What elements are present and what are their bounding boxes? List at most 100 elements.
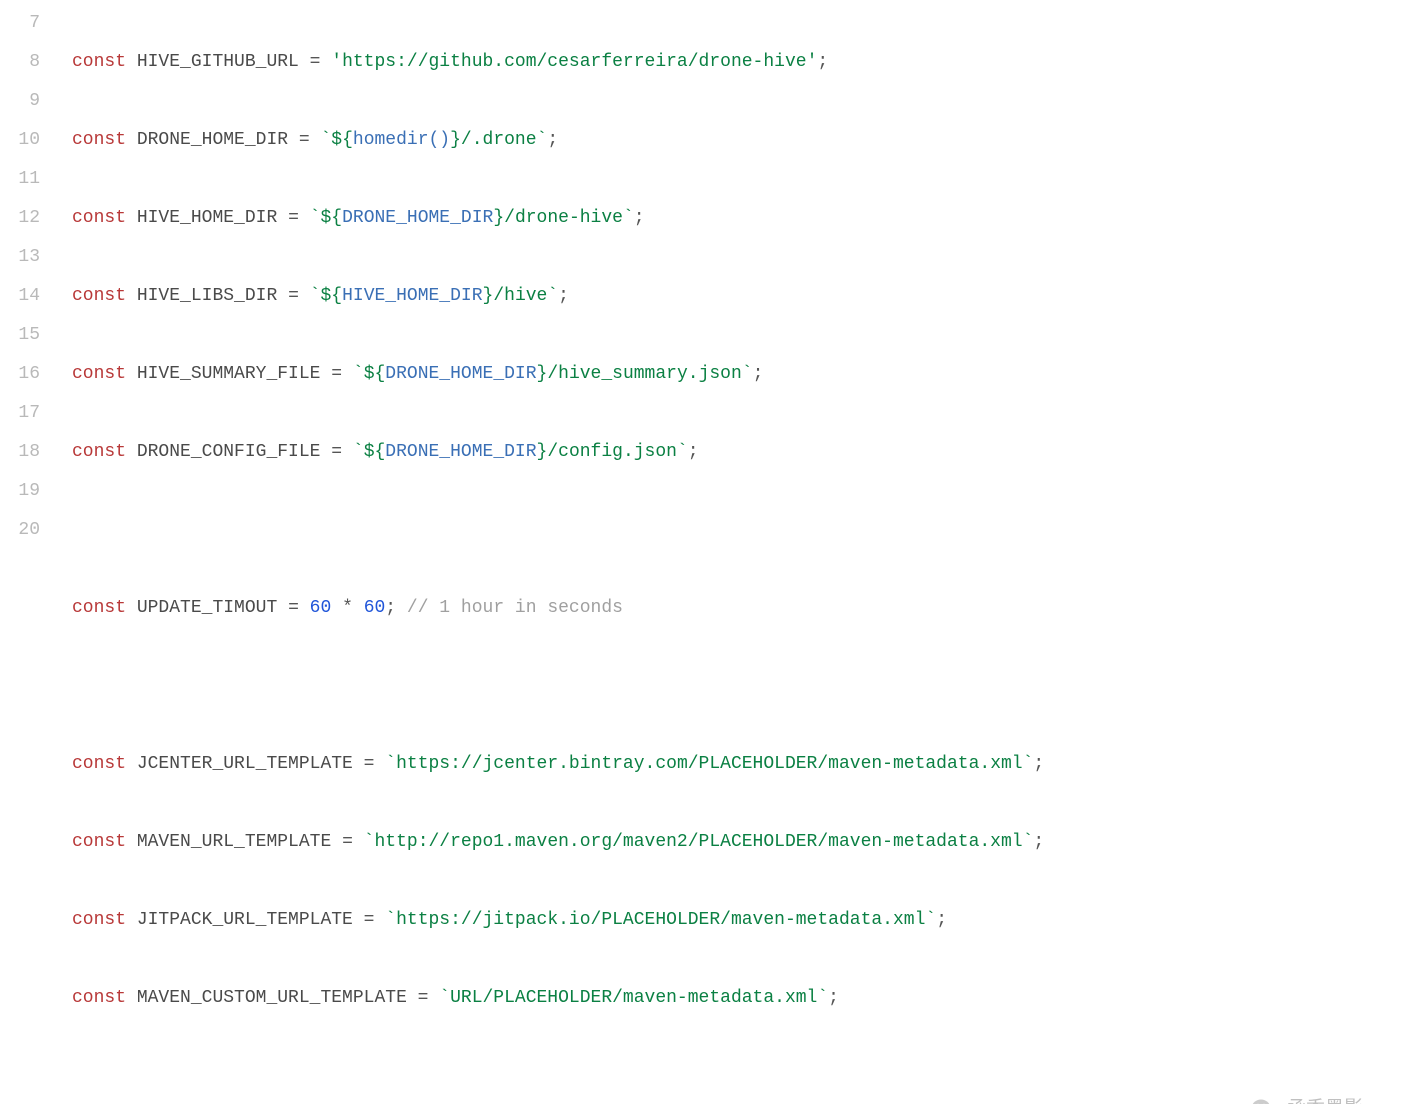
operator-equals: = bbox=[299, 52, 331, 72]
keyword-const: const bbox=[72, 52, 126, 72]
identifier: JITPACK_URL_TEMPLATE bbox=[137, 910, 353, 930]
template-close: } bbox=[450, 130, 461, 150]
line-number: 19 bbox=[0, 472, 40, 511]
semicolon: ; bbox=[547, 130, 558, 150]
semicolon: ; bbox=[558, 286, 569, 306]
code-line: const MAVEN_CUSTOM_URL_TEMPLATE = `URL/P… bbox=[72, 979, 1044, 1018]
backtick: ` bbox=[623, 208, 634, 228]
operator-equals: = bbox=[320, 442, 352, 462]
keyword-const: const bbox=[72, 598, 126, 618]
backtick: ` bbox=[310, 208, 321, 228]
line-number: 15 bbox=[0, 316, 40, 355]
backtick: ` bbox=[925, 910, 936, 930]
template-open: ${ bbox=[320, 286, 342, 306]
template-open: ${ bbox=[364, 442, 386, 462]
semicolon: ; bbox=[828, 988, 839, 1008]
keyword-const: const bbox=[72, 208, 126, 228]
backtick: ` bbox=[742, 364, 753, 384]
backtick: ` bbox=[537, 130, 548, 150]
code-line-blank bbox=[72, 511, 1044, 550]
keyword-const: const bbox=[72, 754, 126, 774]
identifier: HIVE_HOME_DIR bbox=[137, 208, 277, 228]
keyword-const: const bbox=[72, 832, 126, 852]
template-expression: DRONE_HOME_DIR bbox=[385, 364, 536, 384]
identifier: UPDATE_TIMOUT bbox=[137, 598, 277, 618]
line-number: 18 bbox=[0, 433, 40, 472]
keyword-const: const bbox=[72, 988, 126, 1008]
code-line: const HIVE_GITHUB_URL = 'https://github.… bbox=[72, 43, 1044, 82]
line-number: 8 bbox=[0, 43, 40, 82]
template-expression: DRONE_HOME_DIR bbox=[385, 442, 536, 462]
semicolon: ; bbox=[385, 598, 407, 618]
backtick: ` bbox=[353, 364, 364, 384]
operator-equals: = bbox=[277, 208, 309, 228]
template-expression: HIVE_HOME_DIR bbox=[342, 286, 482, 306]
string-literal: /drone-hive bbox=[504, 208, 623, 228]
operator-equals: = bbox=[320, 364, 352, 384]
code-line-blank bbox=[72, 1057, 1044, 1096]
string-literal: /hive_summary.json bbox=[547, 364, 741, 384]
identifier: JCENTER_URL_TEMPLATE bbox=[137, 754, 353, 774]
code-content[interactable]: const HIVE_GITHUB_URL = 'https://github.… bbox=[52, 0, 1044, 1104]
keyword-const: const bbox=[72, 286, 126, 306]
line-number: 14 bbox=[0, 277, 40, 316]
semicolon: ; bbox=[1033, 754, 1044, 774]
keyword-const: const bbox=[72, 910, 126, 930]
line-number: 7 bbox=[0, 4, 40, 43]
template-open: ${ bbox=[364, 364, 386, 384]
line-number: 20 bbox=[0, 511, 40, 550]
identifier: DRONE_CONFIG_FILE bbox=[137, 442, 321, 462]
template-close: } bbox=[483, 286, 494, 306]
code-line: const HIVE_LIBS_DIR = `${HIVE_HOME_DIR}/… bbox=[72, 277, 1044, 316]
template-close: } bbox=[537, 442, 548, 462]
string-quote: ' bbox=[331, 52, 342, 72]
number: 60 bbox=[310, 598, 332, 618]
operator-star: * bbox=[331, 598, 363, 618]
operator-equals: = bbox=[353, 754, 385, 774]
operator-equals: = bbox=[331, 832, 363, 852]
backtick: ` bbox=[547, 286, 558, 306]
code-line-blank bbox=[72, 667, 1044, 706]
semicolon: ; bbox=[753, 364, 764, 384]
backtick: ` bbox=[385, 754, 396, 774]
line-number-gutter: 7 8 9 10 11 12 13 14 15 16 17 18 19 20 bbox=[0, 0, 52, 1104]
string-literal: https://jitpack.io/PLACEHOLDER/maven-met… bbox=[396, 910, 925, 930]
operator-equals: = bbox=[353, 910, 385, 930]
code-line: const JITPACK_URL_TEMPLATE = `https://ji… bbox=[72, 901, 1044, 940]
string-literal: URL/PLACEHOLDER/maven-metadata.xml bbox=[450, 988, 817, 1008]
template-close: } bbox=[537, 364, 548, 384]
identifier: MAVEN_CUSTOM_URL_TEMPLATE bbox=[137, 988, 407, 1008]
operator-equals: = bbox=[407, 988, 439, 1008]
string-literal: https://jcenter.bintray.com/PLACEHOLDER/… bbox=[396, 754, 1023, 774]
line-number: 9 bbox=[0, 82, 40, 121]
string-literal: /hive bbox=[493, 286, 547, 306]
semicolon: ; bbox=[688, 442, 699, 462]
backtick: ` bbox=[1023, 832, 1034, 852]
semicolon: ; bbox=[817, 52, 828, 72]
identifier: HIVE_SUMMARY_FILE bbox=[137, 364, 321, 384]
code-viewer: 7 8 9 10 11 12 13 14 15 16 17 18 19 20 c… bbox=[0, 0, 1418, 1104]
template-close: } bbox=[493, 208, 504, 228]
keyword-const: const bbox=[72, 130, 126, 150]
template-expression: homedir() bbox=[353, 130, 450, 150]
template-open: ${ bbox=[320, 208, 342, 228]
backtick: ` bbox=[439, 988, 450, 1008]
keyword-const: const bbox=[72, 442, 126, 462]
semicolon: ; bbox=[1033, 832, 1044, 852]
line-number: 16 bbox=[0, 355, 40, 394]
backtick: ` bbox=[353, 442, 364, 462]
code-line: const HIVE_HOME_DIR = `${DRONE_HOME_DIR}… bbox=[72, 199, 1044, 238]
code-line: const JCENTER_URL_TEMPLATE = `https://jc… bbox=[72, 745, 1044, 784]
operator-equals: = bbox=[277, 598, 309, 618]
operator-equals: = bbox=[277, 286, 309, 306]
code-line: const HIVE_SUMMARY_FILE = `${DRONE_HOME_… bbox=[72, 355, 1044, 394]
template-expression: DRONE_HOME_DIR bbox=[342, 208, 493, 228]
identifier: HIVE_LIBS_DIR bbox=[137, 286, 277, 306]
template-open: ${ bbox=[331, 130, 353, 150]
backtick: ` bbox=[320, 130, 331, 150]
comment: // 1 hour in seconds bbox=[407, 598, 623, 618]
identifier: HIVE_GITHUB_URL bbox=[137, 52, 299, 72]
identifier: DRONE_HOME_DIR bbox=[137, 130, 288, 150]
backtick: ` bbox=[310, 286, 321, 306]
string-literal: http://repo1.maven.org/maven2/PLACEHOLDE… bbox=[374, 832, 1022, 852]
